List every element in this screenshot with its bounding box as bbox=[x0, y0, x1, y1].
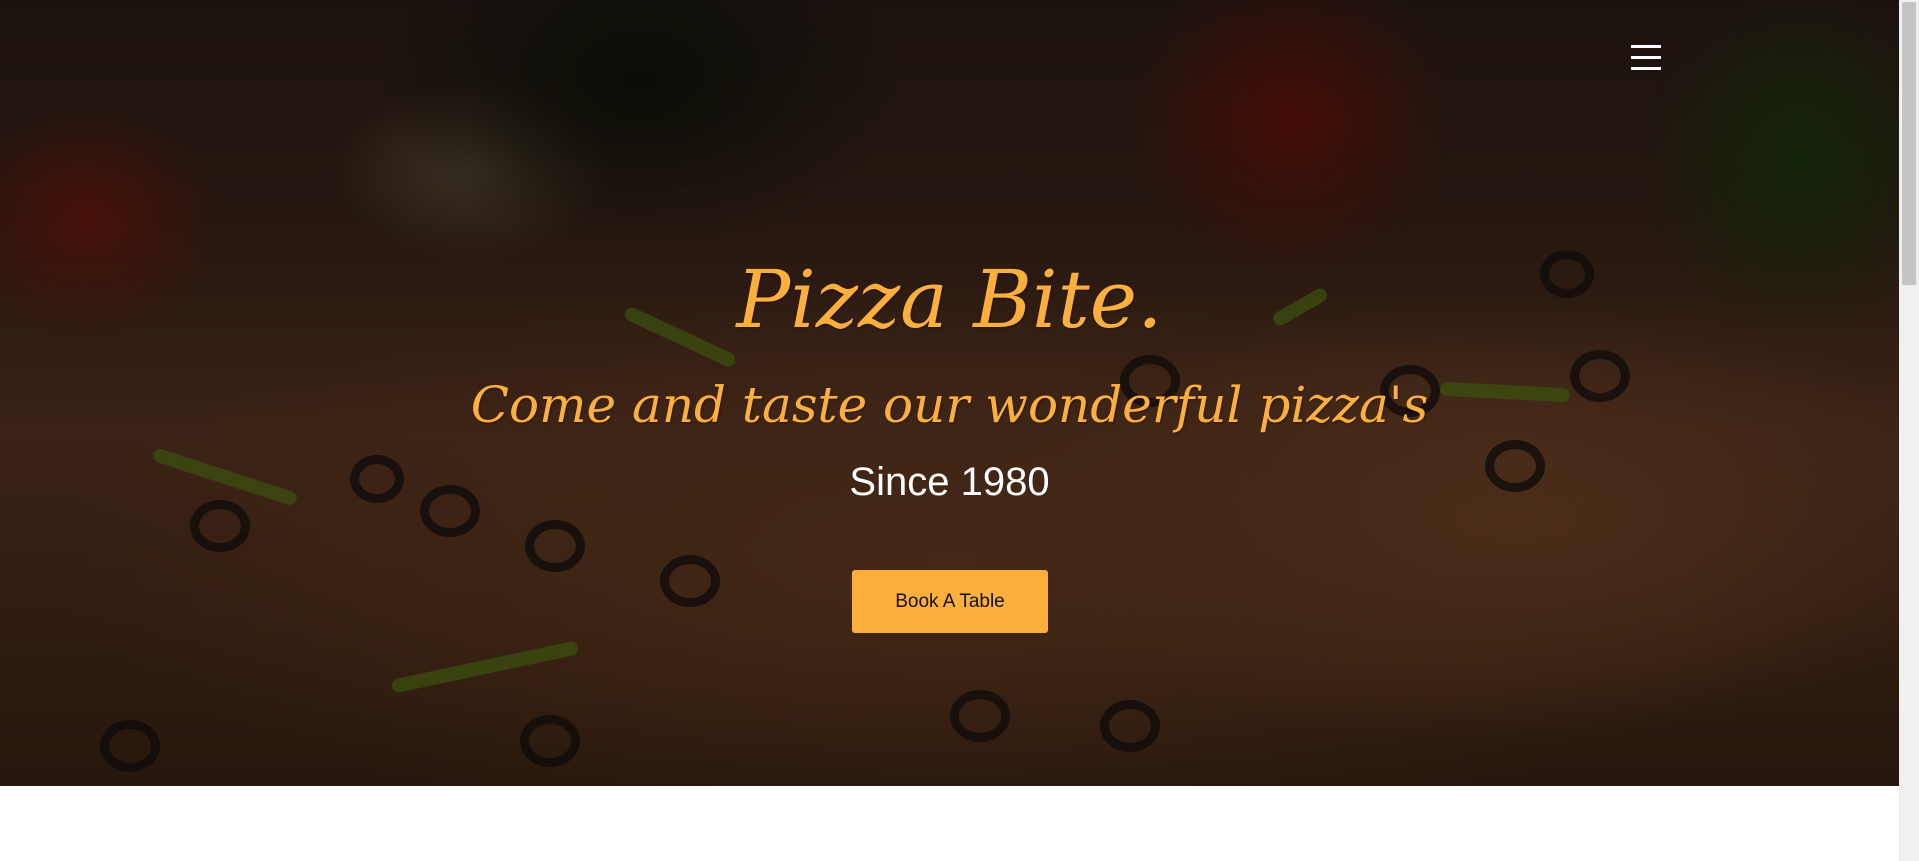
vertical-scrollbar[interactable] bbox=[1899, 0, 1919, 861]
hero-section: Pizza Bite. Come and taste our wonderful… bbox=[0, 0, 1899, 786]
page: Pizza Bite. Come and taste our wonderful… bbox=[0, 0, 1919, 861]
since-text: Since 1980 bbox=[849, 460, 1050, 504]
hero-subtitle: Come and taste our wonderful pizza's bbox=[470, 376, 1429, 434]
content-area bbox=[0, 786, 1899, 861]
hero-content: Pizza Bite. Come and taste our wonderful… bbox=[0, 0, 1899, 786]
scrollbar-thumb[interactable] bbox=[1902, 2, 1916, 285]
hero-title: Pizza Bite. bbox=[736, 253, 1163, 346]
book-a-table-button[interactable]: Book A Table bbox=[852, 570, 1048, 633]
